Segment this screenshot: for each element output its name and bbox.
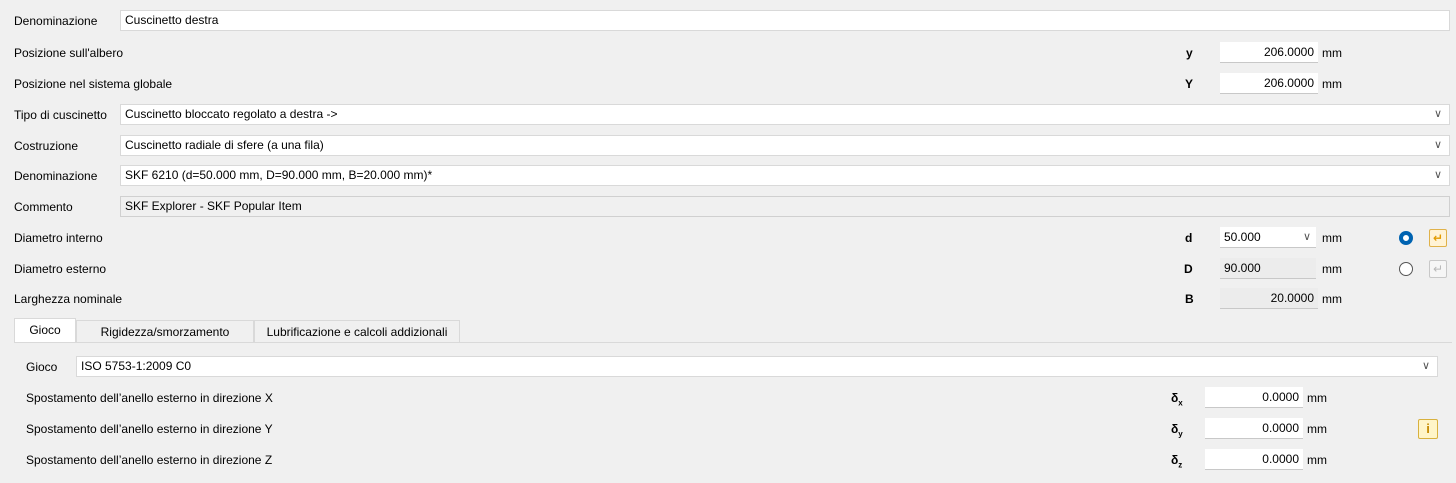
- displacement-z-label: Spostamento dell’anello esterno in direz…: [26, 453, 273, 467]
- global-position-label: Posizione nel sistema globale: [14, 77, 173, 91]
- chevron-down-icon[interactable]: ∨: [1300, 227, 1314, 248]
- shaft-position-input[interactable]: 206.0000: [1220, 42, 1318, 63]
- outer-diameter-unit: mm: [1322, 262, 1342, 276]
- nominal-width-label: Larghezza nominale: [14, 292, 123, 306]
- displacement-z-unit: mm: [1307, 453, 1327, 467]
- clearance-select[interactable]: ISO 5753-1:2009 C0 ∨: [76, 356, 1438, 377]
- displacement-y-symbol: δy: [1171, 422, 1183, 439]
- global-position-symbol: Y: [1185, 77, 1194, 91]
- outer-diameter-symbol: D: [1184, 262, 1193, 276]
- enter-arrow-icon[interactable]: ↵: [1429, 260, 1447, 278]
- construction-value: Cuscinetto radiale di sfere (a una fila): [125, 138, 324, 152]
- clearance-label: Gioco: [26, 360, 58, 374]
- designation-label: Denominazione: [14, 169, 98, 183]
- outer-diameter-radio[interactable]: [1399, 262, 1413, 276]
- displacement-y-label: Spostamento dell’anello esterno in direz…: [26, 422, 273, 436]
- shaft-position-row: Posizione sull'albero y 206.0000 mm: [0, 40, 1456, 66]
- shaft-position-unit: mm: [1322, 46, 1342, 60]
- displacement-x-symbol: δx: [1171, 391, 1183, 408]
- nominal-width-row: Larghezza nominale B 20.0000 mm: [0, 286, 1456, 312]
- designation-value: SKF 6210 (d=50.000 mm, D=90.000 mm, B=20…: [125, 168, 433, 182]
- comment-field: SKF Explorer - SKF Popular Item: [120, 196, 1450, 217]
- displacement-x-row: Spostamento dell’anello esterno in direz…: [14, 385, 1452, 411]
- inner-diameter-symbol: d: [1185, 231, 1193, 245]
- tab-clearance[interactable]: Gioco: [14, 318, 76, 343]
- name-row: Denominazione Cuscinetto destra: [0, 8, 1456, 34]
- shaft-position-label: Posizione sull'albero: [14, 46, 124, 60]
- displacement-y-unit: mm: [1307, 422, 1327, 436]
- designation-row: Denominazione SKF 6210 (d=50.000 mm, D=9…: [0, 163, 1456, 189]
- construction-select[interactable]: Cuscinetto radiale di sfere (a una fila)…: [120, 135, 1450, 156]
- bearing-type-select[interactable]: Cuscinetto bloccato regolato a destra ->…: [120, 104, 1450, 125]
- clearance-value: ISO 5753-1:2009 C0: [81, 359, 192, 373]
- displacement-z-input[interactable]: 0.0000: [1205, 449, 1303, 470]
- outer-diameter-label: Diametro esterno: [14, 262, 107, 276]
- bearing-type-value: Cuscinetto bloccato regolato a destra ->: [125, 107, 338, 121]
- chevron-down-icon[interactable]: ∨: [1431, 136, 1445, 155]
- displacement-z-row: Spostamento dell’anello esterno in direz…: [14, 447, 1452, 473]
- tab-lubrication[interactable]: Lubrificazione e calcoli addizionali: [254, 320, 460, 342]
- clearance-panel: Gioco ISO 5753-1:2009 C0 ∨ Spostamento d…: [14, 342, 1452, 483]
- displacement-y-input[interactable]: 0.0000: [1205, 418, 1303, 439]
- inner-diameter-value: 50.000: [1224, 230, 1261, 244]
- displacement-y-row: Spostamento dell’anello esterno in direz…: [14, 416, 1452, 442]
- outer-diameter-field[interactable]: 90.000: [1220, 258, 1316, 279]
- name-label: Denominazione: [14, 14, 98, 28]
- displacement-z-symbol: δz: [1171, 453, 1183, 470]
- enter-arrow-icon[interactable]: ↵: [1429, 229, 1447, 247]
- outer-diameter-row: Diametro esterno D 90.000 mm ↵: [0, 256, 1456, 282]
- construction-label: Costruzione: [14, 139, 79, 153]
- name-input[interactable]: Cuscinetto destra: [120, 10, 1450, 31]
- clearance-row: Gioco ISO 5753-1:2009 C0 ∨: [14, 354, 1452, 380]
- chevron-down-icon[interactable]: ∨: [1431, 105, 1445, 124]
- global-position-input[interactable]: 206.0000: [1220, 73, 1318, 94]
- inner-diameter-radio[interactable]: [1399, 231, 1413, 245]
- bearing-type-row: Tipo di cuscinetto Cuscinetto bloccato r…: [0, 102, 1456, 128]
- construction-row: Costruzione Cuscinetto radiale di sfere …: [0, 133, 1456, 159]
- displacement-x-input[interactable]: 0.0000: [1205, 387, 1303, 408]
- comment-row: Commento SKF Explorer - SKF Popular Item: [0, 194, 1456, 220]
- inner-diameter-label: Diametro interno: [14, 231, 103, 245]
- chevron-down-icon[interactable]: ∨: [1419, 357, 1433, 376]
- shaft-position-symbol: y: [1186, 46, 1193, 60]
- nominal-width-field: 20.0000: [1220, 288, 1318, 309]
- displacement-x-unit: mm: [1307, 391, 1327, 405]
- inner-diameter-row: Diametro interno d 50.000 ∨ mm ↵: [0, 225, 1456, 251]
- inner-diameter-combo[interactable]: 50.000 ∨: [1220, 227, 1316, 248]
- nominal-width-unit: mm: [1322, 292, 1342, 306]
- info-icon[interactable]: i: [1418, 419, 1438, 439]
- bearing-type-label: Tipo di cuscinetto: [14, 108, 107, 122]
- global-position-unit: mm: [1322, 77, 1342, 91]
- chevron-down-icon[interactable]: ∨: [1431, 166, 1445, 185]
- comment-label: Commento: [14, 200, 73, 214]
- nominal-width-symbol: B: [1185, 292, 1194, 306]
- inner-diameter-unit: mm: [1322, 231, 1342, 245]
- displacement-x-label: Spostamento dell’anello esterno in direz…: [26, 391, 273, 405]
- designation-select[interactable]: SKF 6210 (d=50.000 mm, D=90.000 mm, B=20…: [120, 165, 1450, 186]
- tab-stiffness-damping[interactable]: Rigidezza/smorzamento: [76, 320, 254, 342]
- global-position-row: Posizione nel sistema globale Y 206.0000…: [0, 71, 1456, 97]
